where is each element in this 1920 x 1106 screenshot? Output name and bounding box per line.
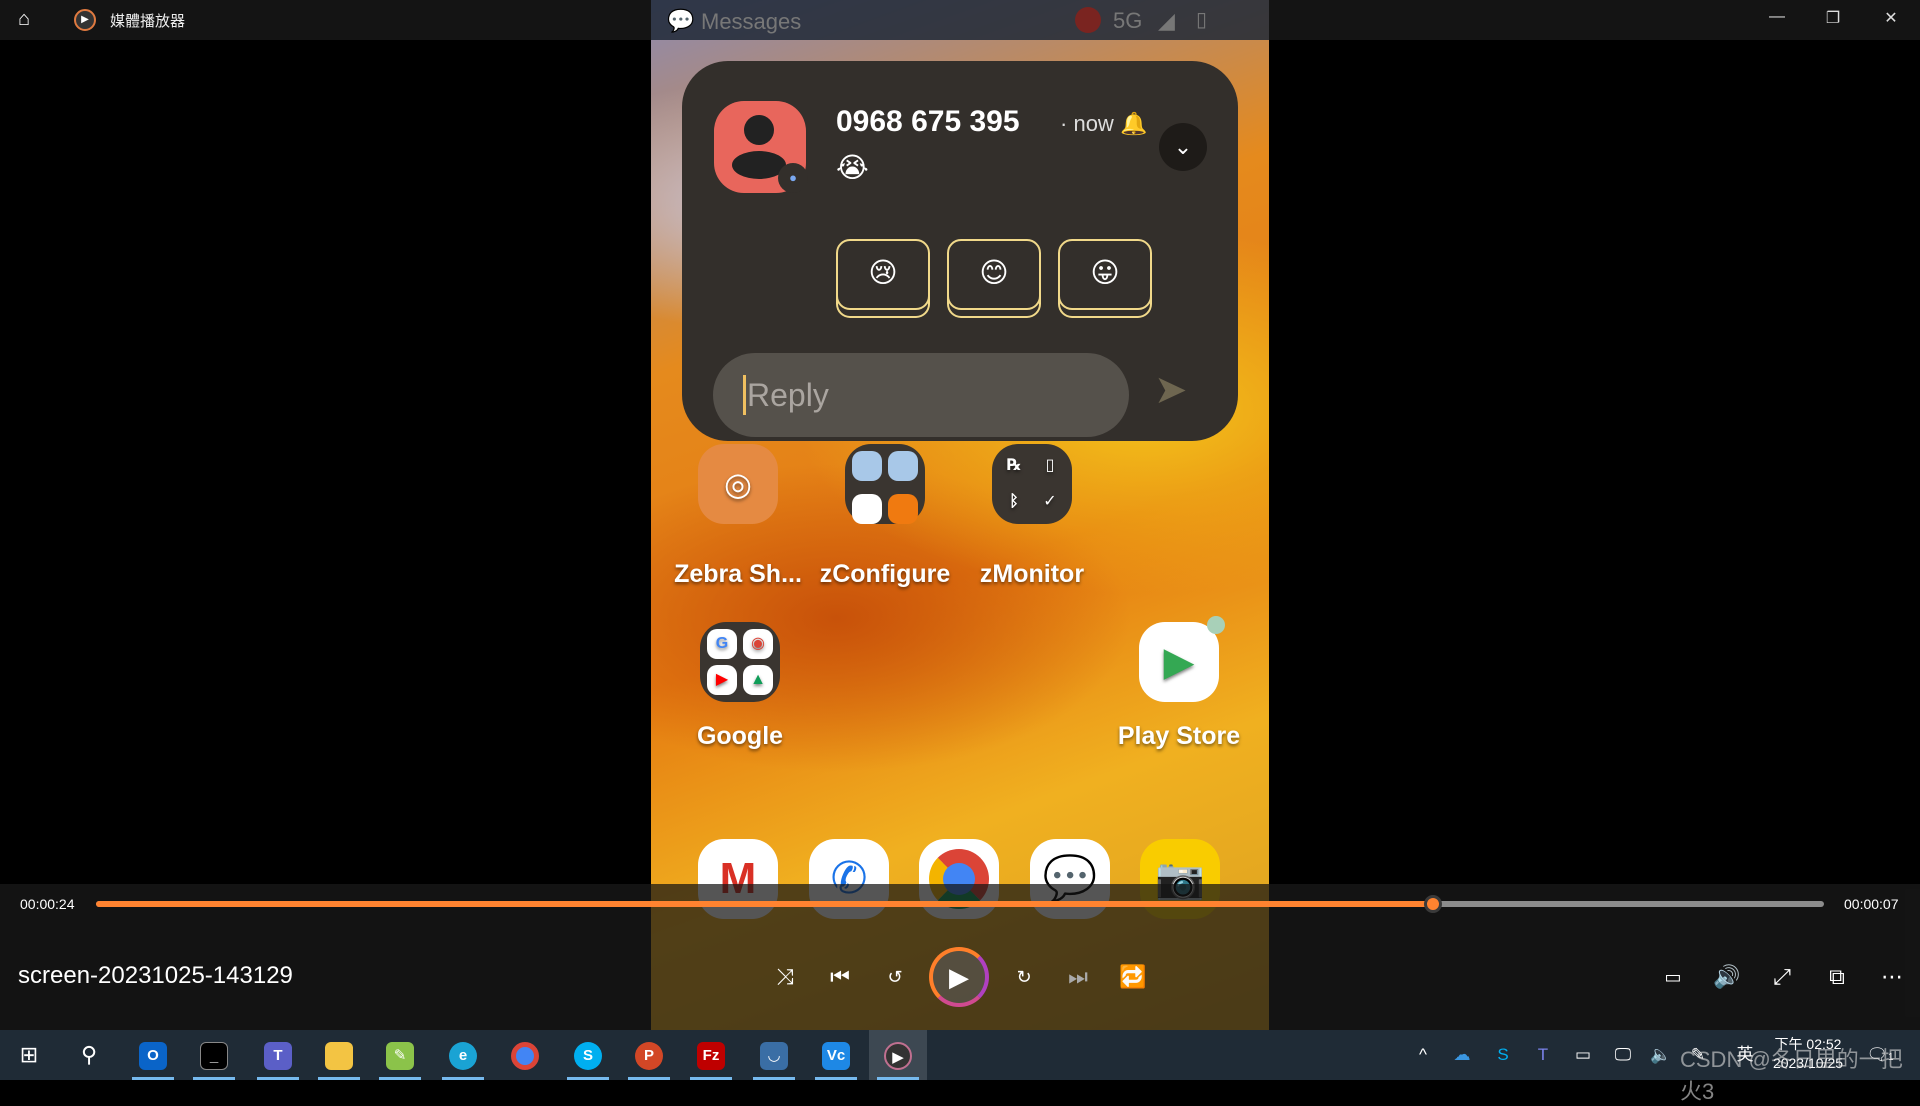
notepad-icon[interactable]: ✎ bbox=[371, 1030, 429, 1080]
reply-input[interactable]: Reply bbox=[713, 353, 1129, 437]
filezilla-icon[interactable]: Fz bbox=[682, 1030, 740, 1080]
home-icon[interactable]: ⌂ bbox=[18, 8, 30, 31]
app-play-store[interactable]: ▶ Play Store bbox=[1104, 616, 1254, 751]
minimize-button[interactable]: — bbox=[1762, 8, 1792, 32]
play-button[interactable]: ▶ bbox=[929, 947, 989, 1007]
play-store-icon: ▶ bbox=[1139, 616, 1225, 702]
edge-icon[interactable]: e bbox=[434, 1030, 492, 1080]
message-notification[interactable]: ● 0968 675 395 · now 🔔 😭 ⌄ 😢 😊 😛 Reply ➤ bbox=[682, 61, 1238, 441]
contact-avatar: ● bbox=[714, 101, 808, 193]
remaining-time: 00:00:07 bbox=[1844, 896, 1899, 912]
send-button[interactable]: ➤ bbox=[1154, 367, 1188, 413]
messages-badge-icon: ● bbox=[778, 163, 808, 193]
skip-forward-30-button[interactable]: ↻ bbox=[1004, 960, 1044, 994]
status-app-name: Messages bbox=[701, 9, 802, 34]
sender-number: 0968 675 395 bbox=[836, 105, 1020, 138]
video-frame[interactable]: 💬 Messages 5G ◢ ▯ ● 0968 675 395 · now 🔔… bbox=[651, 0, 1269, 1030]
player-controls: 00:00:24 00:00:07 screen-20231025-143129… bbox=[0, 884, 1920, 1030]
battery-icon[interactable]: ▭ bbox=[1568, 1030, 1598, 1080]
app-icon[interactable]: ◡ bbox=[745, 1030, 803, 1080]
volume-tray-icon[interactable]: 🔈 bbox=[1646, 1030, 1676, 1080]
vnc-viewer-icon[interactable]: Vc bbox=[807, 1030, 865, 1080]
teams-tray-icon[interactable]: T bbox=[1528, 1030, 1558, 1080]
reaction-button-sad[interactable]: 😢 bbox=[836, 239, 930, 310]
watermark: CSDN @冬日里的一把火3 bbox=[1680, 1047, 1903, 1104]
chrome-icon[interactable] bbox=[496, 1030, 554, 1080]
elapsed-time: 00:00:24 bbox=[20, 896, 75, 912]
teams-icon[interactable]: T bbox=[249, 1030, 307, 1080]
zebra-icon: ◎ bbox=[698, 444, 778, 524]
media-player-taskbar-icon[interactable]: ▶ bbox=[869, 1030, 927, 1080]
taskbar: ⊞ ⚲ O _ T ✎ e S P Fz ◡ Vc ▶ ^ ☁ S T ▭ 🖵 … bbox=[0, 1030, 1920, 1104]
reaction-button-smile[interactable]: 😊 bbox=[947, 239, 1041, 310]
seek-bar[interactable] bbox=[96, 895, 1824, 913]
terminal-icon[interactable]: _ bbox=[185, 1030, 243, 1080]
previous-button[interactable]: ⏮ bbox=[820, 960, 860, 994]
notification-time: · now 🔔 bbox=[1060, 111, 1148, 136]
skip-back-10-button[interactable]: ↺ bbox=[875, 960, 915, 994]
file-explorer-icon[interactable] bbox=[310, 1030, 368, 1080]
more-options-button[interactable]: ⋯ bbox=[1872, 960, 1912, 994]
expand-chevron-button[interactable]: ⌄ bbox=[1159, 123, 1207, 171]
file-title: screen-20231025-143129 bbox=[18, 962, 293, 989]
record-icon bbox=[1075, 7, 1101, 33]
next-button[interactable]: ⏭ bbox=[1058, 960, 1098, 994]
seek-thumb[interactable] bbox=[1424, 895, 1443, 913]
mini-player-button[interactable]: ⧉ bbox=[1817, 960, 1857, 994]
phone-status-bar: 💬 Messages 5G ◢ ▯ bbox=[651, 0, 1269, 40]
network-label: 5G bbox=[1113, 8, 1143, 33]
skype-tray-icon[interactable]: S bbox=[1488, 1030, 1518, 1080]
messages-icon: 💬 bbox=[667, 8, 695, 33]
skype-icon[interactable]: S bbox=[559, 1030, 617, 1080]
message-text: 😭 bbox=[836, 152, 869, 183]
show-hidden-icons[interactable]: ^ bbox=[1408, 1030, 1438, 1080]
powerpoint-icon[interactable]: P bbox=[620, 1030, 678, 1080]
bell-icon: 🔔 bbox=[1119, 111, 1148, 136]
media-player-icon: ▶ bbox=[74, 9, 96, 31]
window-title: 媒體播放器 bbox=[110, 13, 186, 30]
close-button[interactable]: ✕ bbox=[1876, 8, 1906, 32]
seek-bar-fill bbox=[96, 901, 1434, 907]
windows-start-icon[interactable]: ⊞ bbox=[0, 1030, 58, 1080]
app-zebra-showcase[interactable]: ◎ Zebra Sh... bbox=[663, 444, 813, 589]
signal-icon: ◢ bbox=[1158, 8, 1175, 33]
restore-button[interactable]: ❐ bbox=[1818, 8, 1848, 32]
app-folder-google[interactable]: G ◉▶ ▲ Google bbox=[665, 622, 815, 751]
subtitles-button[interactable]: ▭ bbox=[1653, 960, 1693, 994]
repeat-off-button[interactable]: 🔁 bbox=[1113, 960, 1153, 994]
volume-button[interactable]: 🔊 bbox=[1707, 960, 1747, 994]
fullscreen-button[interactable]: ⤢ bbox=[1762, 960, 1802, 994]
battery-icon: ▯ bbox=[1196, 9, 1208, 31]
outlook-icon[interactable]: O bbox=[124, 1030, 182, 1080]
search-icon[interactable]: ⚲ bbox=[60, 1030, 118, 1080]
network-icon[interactable]: 🖵 bbox=[1608, 1030, 1638, 1080]
app-folder-zconfigure[interactable]: zConfigure bbox=[810, 444, 960, 589]
onedrive-icon[interactable]: ☁ bbox=[1447, 1030, 1477, 1080]
shuffle-button[interactable]: ⤨ bbox=[765, 960, 805, 994]
app-folder-zmonitor[interactable]: ℞ ▯ᛒ ✓ zMonitor bbox=[957, 444, 1107, 589]
reaction-button-tongue[interactable]: 😛 bbox=[1058, 239, 1152, 310]
